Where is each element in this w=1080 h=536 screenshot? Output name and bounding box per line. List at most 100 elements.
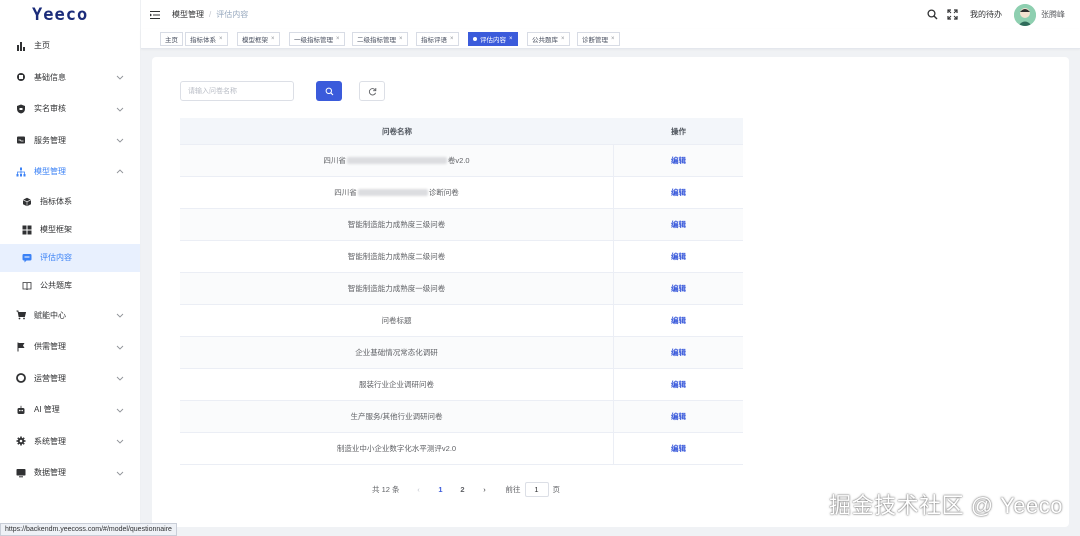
- close-icon[interactable]: ×: [450, 36, 454, 42]
- main-card: 问卷名称 操作 四川省卷v2.0 编辑 四川省诊断问卷 编辑 智能制造能力成熟度…: [152, 57, 1069, 527]
- sidebar-subitem-evaluation-content[interactable]: 评估内容: [0, 243, 140, 272]
- tag-label: 指标评语: [421, 37, 447, 44]
- user-name[interactable]: 张腾峰: [1041, 9, 1065, 20]
- next-page-icon[interactable]: ›: [478, 485, 492, 494]
- table-row: 智能制造能力成熟度二级问卷 编辑: [180, 240, 743, 272]
- edit-link[interactable]: 编辑: [614, 443, 743, 454]
- close-icon[interactable]: ×: [561, 36, 565, 42]
- breadcrumb-item-current: 评估内容: [216, 10, 249, 19]
- table-row: 四川省 卷v2.0 编辑: [180, 144, 743, 176]
- tag-question-bank[interactable]: 公共题库 ×: [527, 32, 570, 46]
- sidebar-subitem-indicator-system[interactable]: 指标体系: [0, 188, 140, 216]
- page-number[interactable]: 1: [434, 485, 448, 494]
- edit-link[interactable]: 编辑: [614, 219, 743, 230]
- prev-page-icon[interactable]: ‹: [412, 485, 426, 494]
- pagination: 共 12 条 ‹ 1 2 › 前往 页: [372, 482, 560, 497]
- sidebar-item-basic-info[interactable]: 基础信息: [0, 62, 140, 94]
- menu-fold-icon[interactable]: [150, 10, 160, 20]
- breadcrumb: 模型管理 / 评估内容: [172, 9, 248, 20]
- tag-label: 模型框架: [242, 37, 268, 44]
- close-icon[interactable]: ×: [271, 36, 275, 42]
- edit-link[interactable]: 编辑: [614, 283, 743, 294]
- sidebar-item-empowerment[interactable]: 赋能中心: [0, 300, 140, 332]
- sidebar-item-supply-demand[interactable]: 供需管理: [0, 331, 140, 363]
- close-icon[interactable]: ×: [336, 36, 340, 42]
- goto-label: 前往: [505, 485, 521, 494]
- table-row: 智能制造能力成熟度三级问卷 编辑: [180, 208, 743, 240]
- close-icon[interactable]: ×: [399, 36, 403, 42]
- sidebar-item-ai[interactable]: AI 管理: [0, 394, 140, 426]
- page-number[interactable]: 2: [456, 485, 470, 494]
- tag-evaluation-content[interactable]: 评估内容 ×: [468, 32, 518, 46]
- bar-chart-icon: [16, 41, 26, 51]
- sidebar-subitem-question-bank[interactable]: 公共题库: [0, 272, 140, 300]
- sidebar-item-model[interactable]: 模型管理: [0, 156, 140, 188]
- sidebar-item-system[interactable]: 系统管理: [0, 426, 140, 458]
- row-name: 生产服务/其他行业调研问卷: [180, 401, 614, 432]
- app-logo[interactable]: Yeeco: [0, 0, 140, 30]
- close-icon[interactable]: ×: [509, 36, 513, 42]
- sidebar: Yeeco 主页 基础信息 实名审核 服务管理 模型管理 指标体系 模型框架 评…: [0, 0, 141, 536]
- sidebar-item-operations[interactable]: 运营管理: [0, 363, 140, 395]
- tag-home[interactable]: 主页: [160, 32, 183, 46]
- sidebar-item-data[interactable]: 数据管理: [0, 457, 140, 489]
- fullscreen-icon[interactable]: [947, 9, 958, 20]
- tag-diagnosis[interactable]: 诊断管理 ×: [577, 32, 620, 46]
- tag-indicator-comment[interactable]: 指标评语 ×: [416, 32, 459, 46]
- edit-link[interactable]: 编辑: [614, 315, 743, 326]
- edit-link[interactable]: 编辑: [614, 187, 743, 198]
- tag-label: 二级指标管理: [357, 37, 396, 44]
- sidebar-subitem-model-framework[interactable]: 模型框架: [0, 216, 140, 244]
- refresh-button[interactable]: [359, 81, 385, 101]
- sidebar-item-service[interactable]: 服务管理: [0, 125, 140, 157]
- search-input[interactable]: [180, 81, 294, 101]
- breadcrumb-item[interactable]: 模型管理: [172, 9, 204, 20]
- sidebar-subitem-label: 指标体系: [40, 197, 72, 206]
- sidebar-item-verification[interactable]: 实名审核: [0, 93, 140, 125]
- tag-level2-indicator[interactable]: 二级指标管理 ×: [352, 32, 408, 46]
- sidebar-item-home[interactable]: 主页: [0, 30, 140, 62]
- chevron-down-icon: [116, 345, 124, 350]
- chevron-down-icon: [116, 75, 124, 80]
- book-icon: [22, 281, 32, 291]
- edit-link[interactable]: 编辑: [614, 379, 743, 390]
- monitor-icon: [16, 468, 26, 478]
- tags-view: 主页 指标体系 × 模型框架 × 一级指标管理 × 二级指标管理 × 指标评语 × 评估内…: [141, 29, 1080, 49]
- breadcrumb-separator: /: [209, 10, 212, 19]
- table-row: 制造业中小企业数字化水平测评v2.0 编辑: [180, 432, 743, 464]
- close-icon[interactable]: ×: [219, 36, 223, 42]
- edit-link[interactable]: 编辑: [614, 155, 743, 166]
- sidebar-item-label: 实名审核: [34, 104, 66, 114]
- search-button[interactable]: [316, 81, 342, 101]
- avatar-image-icon: [1014, 3, 1036, 26]
- tag-indicator-system[interactable]: 指标体系 ×: [185, 32, 228, 46]
- sidebar-item-label: 模型管理: [34, 167, 66, 177]
- message-icon: [22, 253, 32, 263]
- tag-label: 评估内容: [480, 37, 506, 44]
- edit-link[interactable]: 编辑: [614, 347, 743, 358]
- pagination-total: 共 12 条: [372, 485, 400, 494]
- redacted-text: [357, 189, 428, 196]
- close-icon[interactable]: ×: [611, 36, 615, 42]
- chevron-down-icon: [116, 408, 124, 413]
- todo-link[interactable]: 我的待办: [970, 9, 1002, 20]
- table-row: 四川省 诊断问卷 编辑: [180, 176, 743, 208]
- row-name-text: 四川省: [323, 156, 346, 165]
- watermark: 掘金技术社区 @ Yeeco: [829, 493, 1063, 518]
- edit-link[interactable]: 编辑: [614, 251, 743, 262]
- flag-icon: [16, 342, 26, 352]
- table-row: 生产服务/其他行业调研问卷 编辑: [180, 400, 743, 432]
- questionnaire-table: 问卷名称 操作 四川省 卷v2.0 编辑 四川省 诊断问卷 编辑 智能制造能力成熟度…: [180, 118, 743, 465]
- row-name: 智能制造能力成熟度三级问卷: [180, 209, 614, 240]
- edit-link[interactable]: 编辑: [614, 411, 743, 422]
- tag-level1-indicator[interactable]: 一级指标管理 ×: [289, 32, 345, 46]
- lifebuoy-icon: [16, 373, 26, 384]
- tag-model-framework[interactable]: 模型框架 ×: [237, 32, 280, 46]
- goto-page-input[interactable]: [524, 482, 549, 497]
- row-name-text: 诊断问卷: [428, 188, 459, 197]
- search-icon[interactable]: [927, 9, 938, 20]
- row-name-text: 卷v2.0: [447, 156, 470, 165]
- cube-icon: [22, 197, 32, 207]
- avatar[interactable]: [1014, 3, 1036, 26]
- top-header: 模型管理 / 评估内容 我的待办 张腾峰: [141, 0, 1080, 29]
